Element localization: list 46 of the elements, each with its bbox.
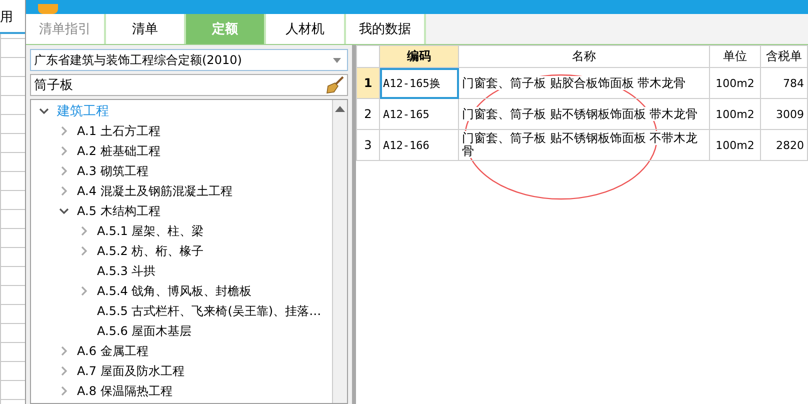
tree-item[interactable]: A.5.5 古式栏杆、飞来椅(吴王靠)、挂落… — [97, 302, 322, 320]
tree-item[interactable]: A.3 砌筑工程 — [77, 162, 148, 180]
search-field[interactable]: 筒子板 — [30, 74, 348, 96]
table-cell: 100m2 — [710, 98, 760, 130]
app-icon — [38, 4, 58, 14]
table-cell: 3009 — [760, 98, 808, 130]
table-cell: 100m2 — [710, 130, 760, 160]
row-number[interactable]: 2 — [356, 98, 380, 130]
table-cell: 门窗套、筒子板 贴不锈钢板饰面板 不带木龙骨 — [458, 130, 710, 160]
tree-item[interactable]: A.5.6 屋面木基层 — [97, 322, 192, 340]
tree-item[interactable]: A.8 保温隔热工程 — [77, 382, 172, 400]
column-header: 名称 — [458, 46, 710, 68]
table-cell: 门窗套、筒子板 贴不锈钢板饰面板 带木龙骨 — [458, 98, 710, 130]
chevron-icon[interactable] — [39, 106, 49, 116]
tree-item[interactable]: A.5.2 枋、桁、椽子 — [97, 242, 204, 260]
column-header: 单位 — [710, 46, 760, 68]
tree-item[interactable]: A.2 桩基础工程 — [77, 142, 160, 160]
table-cell: A12-165 — [380, 98, 458, 130]
table-cell: 784 — [760, 68, 808, 98]
scroll-up-icon[interactable] — [335, 106, 345, 112]
table-cell: 100m2 — [710, 68, 760, 98]
dropdown-caret-icon — [333, 58, 341, 62]
table-cell: A12-166 — [380, 130, 458, 160]
column-header: 编码 — [380, 46, 458, 68]
chevron-icon[interactable] — [59, 206, 69, 216]
background-label: 用 — [0, 0, 25, 34]
table-cell: A12-165换 — [380, 68, 458, 98]
column-header: 含税单 — [760, 46, 808, 68]
scrollbar[interactable] — [332, 100, 347, 403]
tree-item[interactable]: A.5.4 戗角、博风板、封檐板 — [97, 282, 252, 300]
tab[interactable]: 人材机 — [266, 14, 346, 44]
tree-item[interactable]: A.5.3 斗拱 — [97, 262, 156, 280]
tree-item[interactable]: A.6 金属工程 — [77, 342, 148, 360]
tree-item[interactable]: A.5.1 屋架、柱、梁 — [97, 222, 204, 240]
tree-item[interactable]: A.5 木结构工程 — [77, 202, 160, 220]
table-cell: 门窗套、筒子板 贴胶合板饰面板 带木龙骨 — [458, 68, 710, 98]
library-dropdown[interactable]: 广东省建筑与装饰工程综合定额(2010) — [30, 49, 348, 71]
tab[interactable]: 我的数据 — [346, 14, 426, 44]
row-number[interactable]: 1 — [356, 68, 380, 98]
broom-icon[interactable] — [326, 76, 344, 94]
table-cell: 2820 — [760, 130, 808, 160]
tree-item[interactable]: A.7 屋面及防水工程 — [77, 362, 184, 380]
tree-item[interactable]: A.1 土石方工程 — [77, 122, 160, 140]
row-number[interactable]: 3 — [356, 130, 380, 160]
tab[interactable]: 清单 — [106, 14, 186, 44]
tree-item[interactable]: A.4 混凝土及钢筋混凝土工程 — [77, 182, 232, 200]
